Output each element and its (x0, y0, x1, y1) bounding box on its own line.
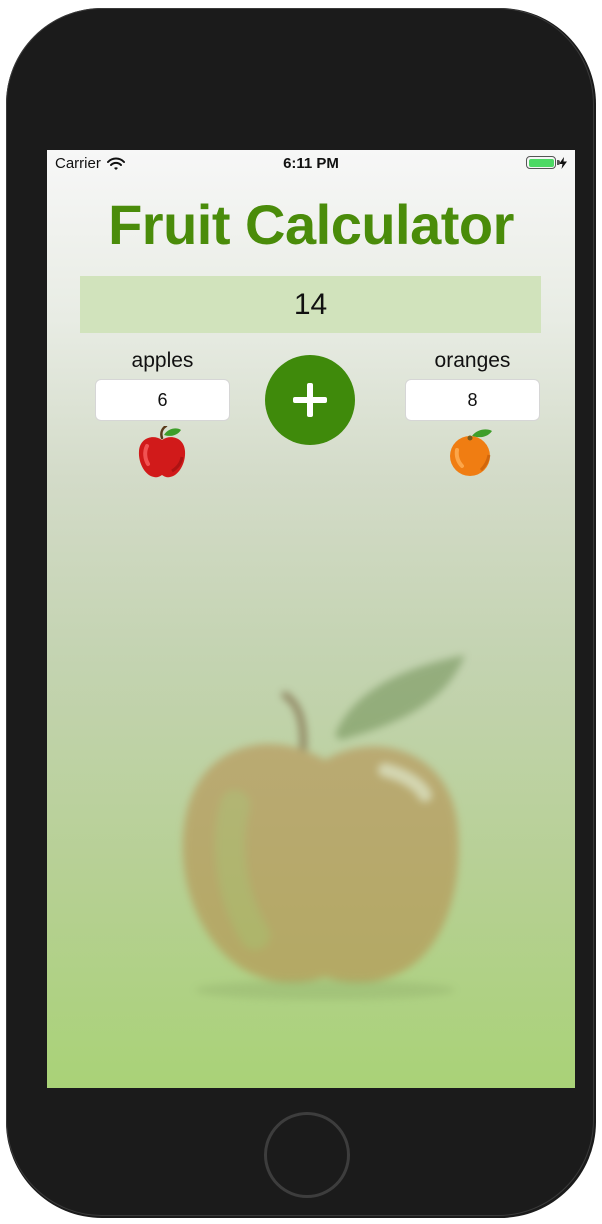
plus-icon (293, 383, 327, 417)
apples-label: apples (131, 349, 194, 372)
oranges-label: oranges (434, 349, 511, 372)
background-apple-image (182, 655, 465, 1000)
apples-input[interactable]: 6 (95, 379, 230, 421)
oranges-input[interactable]: 8 (405, 379, 540, 421)
orange-icon (450, 429, 492, 476)
app-screen: Carrier 6:11 PM Fruit Calculator 14 appl… (47, 150, 575, 1088)
result-display: 14 (80, 276, 541, 333)
status-time: 6:11 PM (283, 155, 339, 172)
page-title: Fruit Calculator (108, 193, 514, 256)
add-button[interactable] (265, 355, 355, 445)
status-bar: Carrier 6:11 PM (47, 150, 575, 180)
battery-tip (557, 160, 560, 165)
battery-icon (526, 156, 560, 169)
home-button[interactable] (264, 1112, 350, 1198)
battery-level (528, 158, 554, 167)
apple-icon (138, 426, 186, 478)
battery-indicator (526, 156, 567, 169)
bolt-icon (559, 156, 567, 169)
